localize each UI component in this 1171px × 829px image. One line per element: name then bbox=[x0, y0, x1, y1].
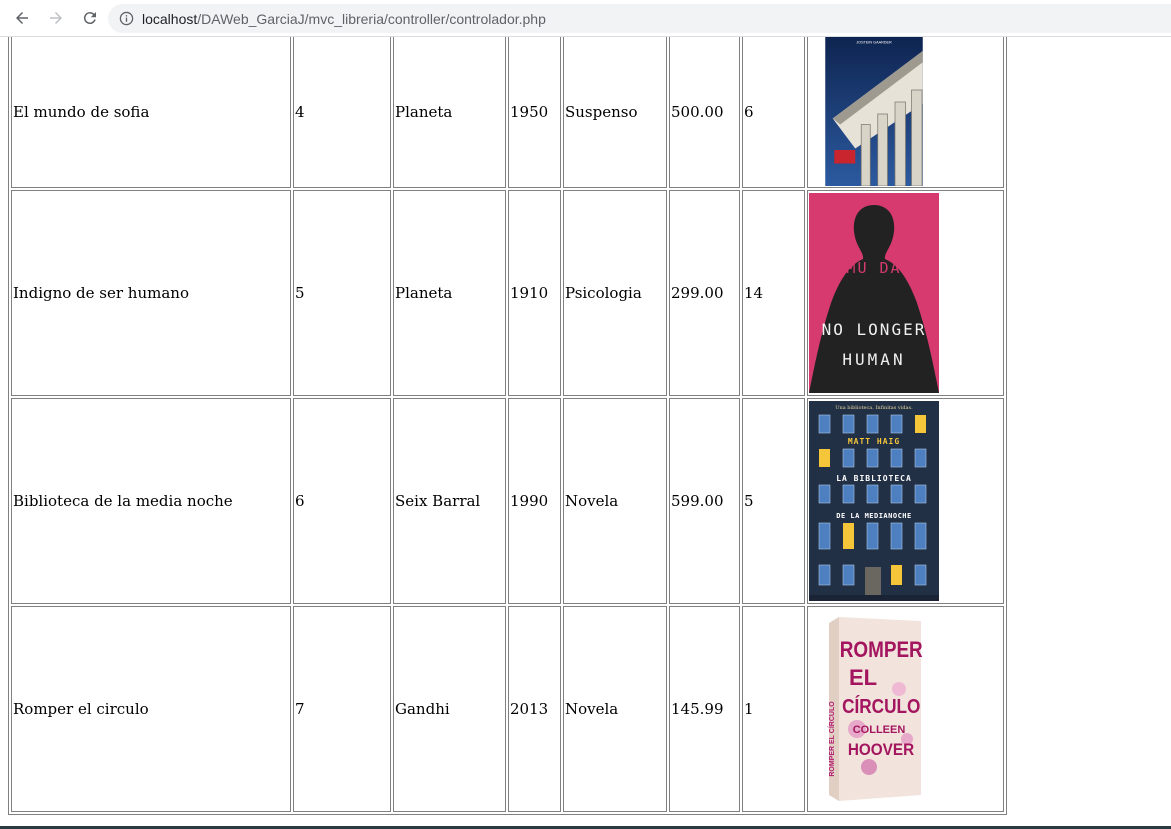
cell-price: 500.00 bbox=[669, 37, 740, 188]
table-row: Romper el circulo 7 Gandhi 2013 Novela 1… bbox=[11, 606, 1004, 812]
cell-editorial: Gandhi bbox=[393, 606, 506, 812]
table-row: Indigno de ser humano 5 Planeta 1910 Psi… bbox=[11, 190, 1004, 396]
cell-editorial: Seix Barral bbox=[393, 398, 506, 604]
cover-author: JOSTEIN GAARDER bbox=[856, 41, 892, 45]
cell-year: 1910 bbox=[508, 190, 561, 396]
cell-id: 6 bbox=[293, 398, 391, 604]
cell-cover: JOSTEIN GAARDER bbox=[807, 37, 1004, 188]
cover-author-last: HOOVER bbox=[848, 740, 915, 759]
cell-title: Indigno de ser humano bbox=[11, 190, 291, 396]
cell-stock: 1 bbox=[742, 606, 805, 812]
cell-cover: Una biblioteca. Infinitas vidas. MATT HA… bbox=[807, 398, 1004, 604]
books-table: El mundo de sofia 4 Planeta 1950 Suspens… bbox=[8, 37, 1007, 815]
cell-title: Biblioteca de la media noche bbox=[11, 398, 291, 604]
cover-title-line1: ROMPER bbox=[840, 638, 923, 663]
cell-editorial: Planeta bbox=[393, 190, 506, 396]
cover-author: MATT HAIG bbox=[848, 437, 900, 446]
cover-title-line3: CÍRCULO bbox=[842, 695, 920, 718]
browser-toolbar: localhost/DAWeb_GarciaJ/mvc_libreria/con… bbox=[0, 0, 1171, 37]
cell-price: 145.99 bbox=[669, 606, 740, 812]
info-icon[interactable] bbox=[118, 11, 134, 27]
reload-icon[interactable] bbox=[74, 2, 106, 34]
cover-title-line2: DE LA MEDIANOCHE bbox=[836, 512, 911, 520]
book-cover-image: Una biblioteca. Infinitas vidas. MATT HA… bbox=[809, 401, 939, 601]
cover-title-line2: HUMAN bbox=[842, 350, 905, 369]
cell-cover: ROMPER EL CÍRCULO ROMPER EL CÍRCULO COLL… bbox=[807, 606, 1004, 812]
cover-title-line1: NO LONGER bbox=[822, 320, 927, 339]
cell-genre: Novela bbox=[563, 606, 667, 812]
cover-tagline: Una biblioteca. Infinitas vidas. bbox=[835, 405, 913, 411]
url-text: localhost/DAWeb_GarciaJ/mvc_libreria/con… bbox=[142, 11, 546, 27]
cover-title-line2: EL bbox=[849, 665, 877, 690]
cell-genre: Psicologia bbox=[563, 190, 667, 396]
address-bar[interactable]: localhost/DAWeb_GarciaJ/mvc_libreria/con… bbox=[108, 4, 1171, 33]
table-row: Biblioteca de la media noche 6 Seix Barr… bbox=[11, 398, 1004, 604]
url-path: /DAWeb_GarciaJ/mvc_libreria/controller/c… bbox=[197, 10, 546, 27]
cover-spine: ROMPER EL CÍRCULO bbox=[827, 701, 836, 777]
table-row: El mundo de sofia 4 Planeta 1950 Suspens… bbox=[11, 37, 1004, 188]
cell-year: 1950 bbox=[508, 37, 561, 188]
cell-price: 599.00 bbox=[669, 398, 740, 604]
cell-editorial: Planeta bbox=[393, 37, 506, 188]
cell-title: El mundo de sofia bbox=[11, 37, 291, 188]
cell-stock: 5 bbox=[742, 398, 805, 604]
cell-stock: 14 bbox=[742, 190, 805, 396]
cell-year: 1990 bbox=[508, 398, 561, 604]
forward-arrow-icon[interactable] bbox=[40, 2, 72, 34]
back-arrow-icon[interactable] bbox=[6, 2, 38, 34]
cell-id: 7 bbox=[293, 606, 391, 812]
cover-author-first: COLLEEN bbox=[853, 724, 906, 736]
cover-title-line1: LA BIBLIOTECA bbox=[836, 474, 912, 483]
cell-genre: Novela bbox=[563, 398, 667, 604]
cover-author: OSAMU DAZAI bbox=[813, 259, 934, 277]
cell-title: Romper el circulo bbox=[11, 606, 291, 812]
cell-id: 4 bbox=[293, 37, 391, 188]
book-cover-image: ROMPER EL CÍRCULO ROMPER EL CÍRCULO COLL… bbox=[809, 609, 939, 809]
book-cover-image: JOSTEIN GAARDER bbox=[825, 37, 923, 186]
url-host: localhost bbox=[142, 10, 198, 27]
cell-price: 299.00 bbox=[669, 190, 740, 396]
cell-genre: Suspenso bbox=[563, 37, 667, 188]
cell-cover: OSAMU DAZAI NO LONGER HUMAN bbox=[807, 190, 1004, 396]
page-content: El mundo de sofia 4 Planeta 1950 Suspens… bbox=[0, 37, 1171, 829]
book-cover-image: OSAMU DAZAI NO LONGER HUMAN bbox=[809, 193, 939, 393]
cell-id: 5 bbox=[293, 190, 391, 396]
cell-stock: 6 bbox=[742, 37, 805, 188]
cell-year: 2013 bbox=[508, 606, 561, 812]
